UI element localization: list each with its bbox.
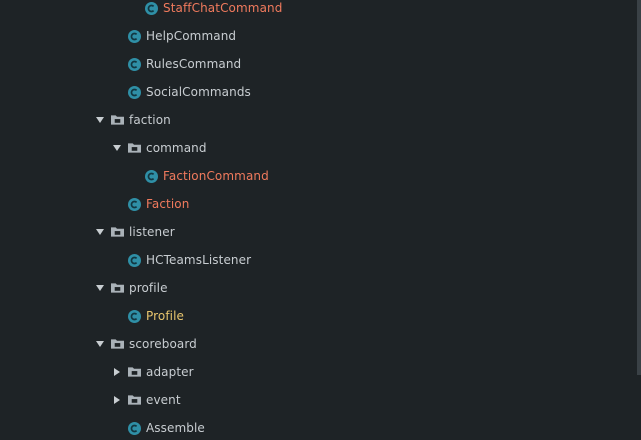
tree-item-hcteamslistener[interactable]: HCTeamsListener	[128, 246, 641, 274]
tree-folder-profile[interactable]: profile	[94, 274, 641, 302]
triangle-down-icon[interactable]	[94, 114, 106, 126]
folder-icon	[111, 338, 124, 351]
tree-item-staffchatcommand[interactable]: StaffChatCommand	[145, 0, 641, 22]
tree-item-label: Assemble	[146, 421, 205, 435]
triangle-right-icon[interactable]	[111, 366, 123, 378]
triangle-right-icon[interactable]	[111, 394, 123, 406]
triangle-down-icon[interactable]	[94, 226, 106, 238]
class-c-icon	[128, 197, 141, 211]
class-c-icon	[128, 253, 141, 267]
tree-item-label: event	[146, 393, 181, 407]
tree-item-label: HCTeamsListener	[146, 253, 252, 267]
triangle-down-icon[interactable]	[111, 142, 123, 154]
tree-folder-listener[interactable]: listener	[94, 218, 641, 246]
tree-item-label: SocialCommands	[146, 85, 251, 99]
tree-item-factioncommand[interactable]: FactionCommand	[145, 162, 641, 190]
class-c-icon	[128, 29, 141, 43]
tree-item-label: Faction	[146, 197, 190, 211]
tree-item-helpcommand[interactable]: HelpCommand	[128, 22, 641, 50]
triangle-down-icon[interactable]	[94, 338, 106, 350]
folder-icon	[128, 142, 141, 155]
class-c-icon	[128, 57, 141, 71]
tree-item-label: RulesCommand	[146, 57, 242, 71]
class-c-icon	[145, 1, 158, 15]
tree-item-socialcommands[interactable]: SocialCommands	[128, 78, 641, 106]
project-tree: StaffChatCommand HelpCommand RulesComman…	[0, 0, 641, 440]
tree-folder-adapter[interactable]: adapter	[111, 358, 641, 386]
folder-icon	[128, 366, 141, 379]
folder-icon	[111, 282, 124, 295]
tree-item-label: HelpCommand	[146, 29, 237, 43]
tree-item-assemble[interactable]: Assemble	[128, 414, 641, 440]
class-c-icon	[128, 309, 141, 323]
tree-item-rulescommand[interactable]: RulesCommand	[128, 50, 641, 78]
folder-icon	[128, 394, 141, 407]
vertical-scrollbar[interactable]	[637, 0, 641, 375]
tree-item-label: command	[146, 141, 207, 155]
folder-icon	[111, 114, 124, 127]
tree-item-label: listener	[129, 225, 175, 239]
class-c-icon	[145, 169, 158, 183]
tree-item-profile-class[interactable]: Profile	[128, 302, 641, 330]
tree-folder-faction[interactable]: faction	[94, 106, 641, 134]
tree-item-label: Profile	[146, 309, 185, 323]
tree-item-label: faction	[129, 113, 171, 127]
tree-folder-command[interactable]: command	[111, 134, 641, 162]
tree-item-label: scoreboard	[129, 337, 197, 351]
tree-item-label: adapter	[146, 365, 194, 379]
folder-icon	[111, 226, 124, 239]
class-c-icon	[128, 85, 141, 99]
tree-item-label: FactionCommand	[163, 169, 269, 183]
tree-item-label: StaffChatCommand	[163, 1, 283, 15]
triangle-down-icon[interactable]	[94, 282, 106, 294]
tree-item-faction-class[interactable]: Faction	[128, 190, 641, 218]
tree-folder-event[interactable]: event	[111, 386, 641, 414]
tree-folder-scoreboard[interactable]: scoreboard	[94, 330, 641, 358]
class-c-icon	[128, 421, 141, 435]
tree-item-label: profile	[129, 281, 168, 295]
